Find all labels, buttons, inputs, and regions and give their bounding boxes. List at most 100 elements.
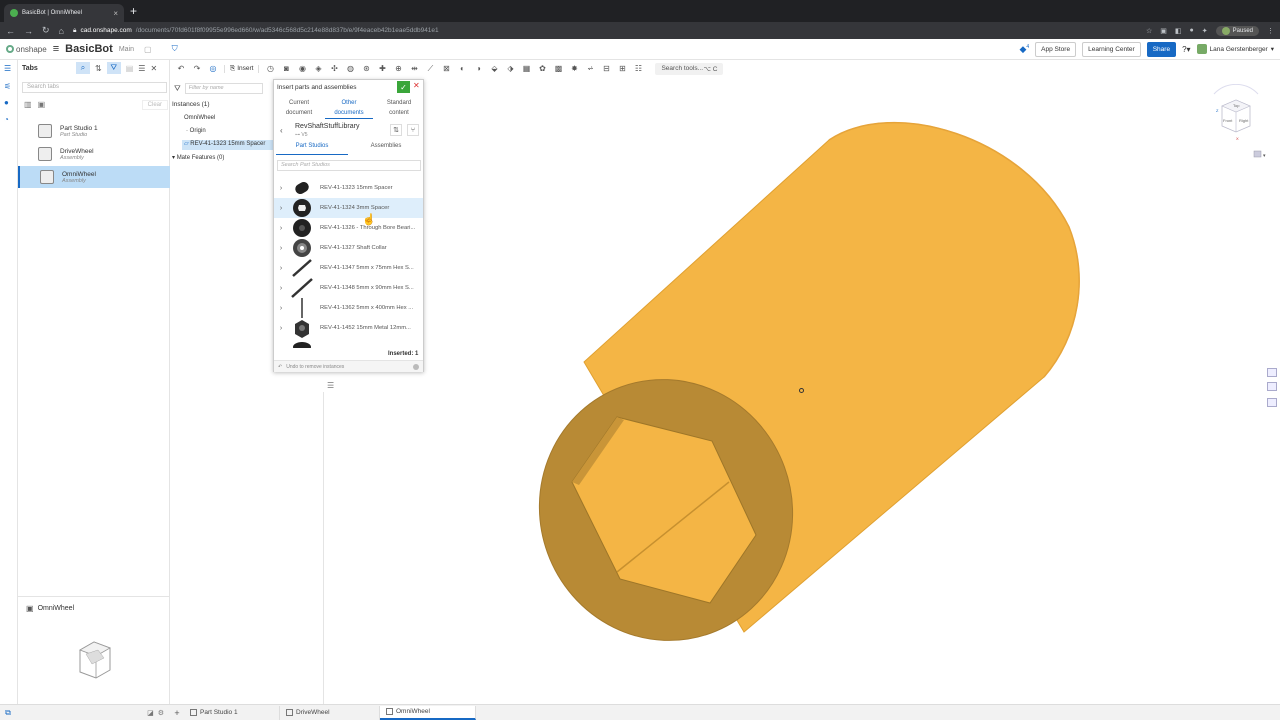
properties-icon[interactable] <box>1267 368 1277 377</box>
fold-icon[interactable]: ◪ <box>147 709 154 717</box>
pin-slot-mate-icon[interactable]: ⊛ <box>361 64 371 74</box>
extension-icon[interactable]: ▣ <box>1160 27 1167 35</box>
tab-current-document[interactable]: Current document <box>275 98 323 118</box>
list-item[interactable]: › REV-41-1323 15mm Spacer <box>274 178 423 198</box>
back-chevron-icon[interactable]: ‹ <box>280 126 283 135</box>
detail-view-icon[interactable]: ☰ <box>138 64 145 73</box>
extension-icon[interactable]: ● <box>1190 27 1194 34</box>
close-icon[interactable]: ✕ <box>150 64 157 73</box>
list-item[interactable]: › REV-41-1362 5mm x 400mm Hex ... <box>274 298 423 318</box>
view-cube-front[interactable]: Front <box>1223 118 1233 123</box>
list-item[interactable]: › REV-41-1324 3mm Spacer <box>274 198 423 218</box>
bookmark-star-icon[interactable]: ☆ <box>1146 27 1152 35</box>
undo-icon[interactable]: ↶ <box>176 64 186 74</box>
chevron-right-icon[interactable]: › <box>274 185 288 192</box>
bom-panel-icon[interactable] <box>1267 398 1277 407</box>
tangent-mate-icon[interactable]: ⇹ <box>409 64 419 74</box>
document-name[interactable]: BasicBot <box>65 43 113 55</box>
tab-list-item-part-studio-1[interactable]: Part Studio 1 Part Studio <box>18 120 170 142</box>
insert-button[interactable]: ⎘ Insert <box>224 64 260 73</box>
hamburger-menu-icon[interactable]: ≡ <box>53 43 59 55</box>
user-menu[interactable]: Lana Gerstenberger ▾ <box>1196 44 1274 54</box>
list-item[interactable]: › REV-41-1327 Shaft Collar <box>274 238 423 258</box>
cylindrical-mate-icon[interactable]: ◍ <box>345 64 355 74</box>
redo-icon[interactable]: ↷ <box>192 64 202 74</box>
chevron-right-icon[interactable]: › <box>274 225 288 232</box>
view-cube-top[interactable]: Top <box>1233 103 1240 108</box>
comments-icon[interactable]: ● <box>4 98 14 108</box>
screw-relation-icon[interactable]: ⬗ <box>505 64 515 74</box>
document-info-icon[interactable]: ▢ <box>144 45 152 54</box>
list-item[interactable]: › REV-41-1348 5mm x 90mm Hex S... <box>274 278 423 298</box>
help-icon[interactable] <box>413 363 419 370</box>
mate-connector-icon[interactable]: ⟋ <box>425 64 435 74</box>
linear-relation-icon[interactable]: ▦ <box>521 64 531 74</box>
instance-root[interactable]: OmniWheel <box>184 115 215 121</box>
filter-icon[interactable]: ⛛ <box>106 62 121 74</box>
search-part-studios-input[interactable]: Search Part Studios <box>277 160 421 171</box>
close-tab-icon[interactable]: × <box>113 9 118 18</box>
puzzle-icon[interactable]: ✦ <box>1202 27 1208 35</box>
gear-relation-icon[interactable]: ◑ <box>473 64 483 74</box>
chevron-right-icon[interactable]: › <box>274 245 288 252</box>
confirm-button[interactable]: ✓ <box>397 81 410 93</box>
planar-mate-icon[interactable]: ✣ <box>329 64 339 74</box>
list-item[interactable]: › REV-41-1326 - Through Bore Beari... <box>274 218 423 238</box>
timer-icon[interactable]: ◔ <box>4 115 14 125</box>
app-store-button[interactable]: App Store <box>1035 41 1077 57</box>
appearance-icon[interactable] <box>1267 382 1277 391</box>
filter-input[interactable]: Filter by name <box>184 83 263 94</box>
tab-omniwheel[interactable]: OmniWheel <box>380 705 476 720</box>
subtab-part-studios[interactable]: Part Studios <box>276 143 348 155</box>
list-toggle-icon[interactable]: ☰ <box>327 381 337 391</box>
notifications-icon[interactable]: ◆4 <box>1019 44 1029 55</box>
tabs-search-input[interactable]: Search tabs <box>22 82 167 93</box>
onshape-home-icon[interactable]: ⧉ <box>0 708 16 718</box>
section-view-icon[interactable]: ⩫ <box>585 64 595 74</box>
part-studio-filter-icon[interactable]: ▥ <box>24 100 32 110</box>
menu-icon[interactable]: ⋮ <box>1267 27 1274 35</box>
tabs-panel-icon[interactable]: ☰ <box>4 64 14 74</box>
forward-icon[interactable]: → <box>24 26 33 36</box>
chevron-right-icon[interactable]: › <box>274 325 288 332</box>
tab-list-item-drivewheel[interactable]: DriveWheel Assembly <box>18 143 170 165</box>
mass-properties-icon[interactable]: ⊞ <box>617 64 627 74</box>
group-icon[interactable]: ⊠ <box>441 64 451 74</box>
version-branch-icon[interactable]: ⑂ <box>407 124 419 136</box>
replicate-icon[interactable]: ✿ <box>537 64 547 74</box>
list-item[interactable]: › REV-41-1452 15mm Metal 12mm... <box>274 318 423 338</box>
url-field[interactable]: 🔒︎ cad.onshape.com/documents/70fd601f8f0… <box>73 27 439 35</box>
tab-part-studio-1[interactable]: Part Studio 1 <box>184 705 280 720</box>
rack-pinion-icon[interactable]: ⬙ <box>489 64 499 74</box>
fastened-mate-icon[interactable]: ◙ <box>281 64 291 74</box>
branch-name[interactable]: Main <box>119 46 134 53</box>
back-icon[interactable]: ← <box>6 26 15 36</box>
tab-other-documents[interactable]: Other documents <box>325 98 373 119</box>
features-icon[interactable]: ◎ <box>208 64 218 74</box>
sort-icon[interactable]: ⇅ <box>95 64 102 73</box>
explode-icon[interactable]: ✸ <box>569 64 579 74</box>
instance-item-selected[interactable]: ▱ REV-41-1323 15mm Spacer <box>182 140 282 150</box>
tab-drivewheel[interactable]: DriveWheel <box>280 705 380 720</box>
list-view-icon[interactable]: ▤ <box>126 64 134 73</box>
share-button[interactable]: Share <box>1146 41 1177 57</box>
chevron-right-icon[interactable]: › <box>274 305 288 312</box>
clear-button[interactable]: Clear <box>141 100 168 110</box>
origin-item[interactable]: · Origin <box>186 128 206 134</box>
browser-tab[interactable]: BasicBot | OmniWheel × <box>4 4 124 22</box>
help-icon[interactable]: ?▾ <box>1182 45 1190 54</box>
extension-icon[interactable]: ◧ <box>1175 27 1182 35</box>
reload-icon[interactable]: ↻ <box>42 25 50 36</box>
sort-icon[interactable]: ⇅ <box>390 124 402 136</box>
graduation-cap-icon[interactable]: ⛉ <box>172 44 178 54</box>
new-tab-icon[interactable]: + <box>130 4 137 18</box>
view-cube-right[interactable]: Right <box>1239 118 1249 123</box>
onshape-logo[interactable]: onshape <box>6 45 47 54</box>
add-tab-icon[interactable]: + <box>170 708 184 718</box>
revolute-mate-icon[interactable]: ◉ <box>297 64 307 74</box>
view-cube-icon[interactable]: Top Front Right Z X ▾ <box>1200 84 1272 160</box>
measure-icon[interactable]: ⊟ <box>601 64 611 74</box>
filter-icon[interactable]: ⛛ <box>174 84 181 94</box>
ball-mate-icon[interactable]: ✚ <box>377 64 387 74</box>
search-tools-input[interactable]: Search tools... ⌥ C <box>655 62 724 75</box>
